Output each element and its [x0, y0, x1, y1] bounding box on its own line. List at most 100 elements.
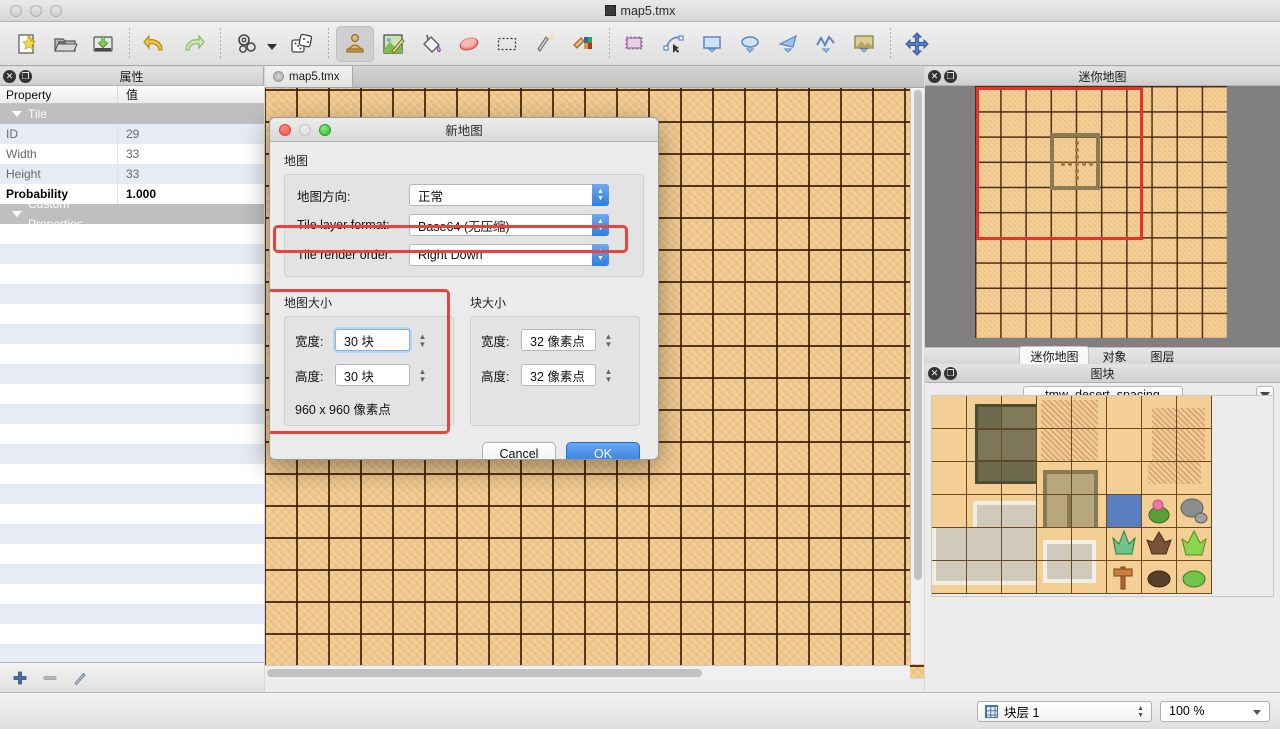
- tile-cell[interactable]: [932, 495, 967, 528]
- save-file-button[interactable]: [84, 26, 122, 62]
- tile-cell[interactable]: [1072, 528, 1107, 561]
- triangle-expanded-icon[interactable]: [12, 111, 22, 117]
- stepper-icon[interactable]: ▲ ▼: [592, 184, 609, 206]
- stepper-icon[interactable]: ▲ ▼: [1137, 705, 1144, 719]
- tile-cell[interactable]: [1002, 429, 1037, 462]
- tile-cell[interactable]: [1142, 396, 1177, 429]
- tile-cell[interactable]: [1107, 561, 1142, 594]
- tile-cell[interactable]: [932, 429, 967, 462]
- tile-cell[interactable]: [932, 528, 967, 561]
- tile-cell[interactable]: [1037, 462, 1072, 495]
- minimap-canvas[interactable]: [925, 86, 1280, 347]
- minimap-viewport-rect[interactable]: [976, 87, 1143, 240]
- tile-cell[interactable]: [1002, 528, 1037, 561]
- ok-button[interactable]: OK: [566, 442, 640, 459]
- insert-tile-object-tool[interactable]: [845, 26, 883, 62]
- map-vertical-scrollbar[interactable]: [910, 88, 924, 664]
- tileset-properties-button[interactable]: [228, 26, 266, 62]
- tile-cell[interactable]: [1037, 561, 1072, 594]
- tile-cell[interactable]: [967, 429, 1002, 462]
- tile-cell[interactable]: [1107, 396, 1142, 429]
- stamp-brush-tool[interactable]: [336, 25, 374, 62]
- pan-tool[interactable]: [898, 26, 936, 62]
- tile-cell[interactable]: [1142, 462, 1177, 495]
- tile-cell[interactable]: [1177, 495, 1212, 528]
- tile-cell[interactable]: [1002, 495, 1037, 528]
- tile-cell[interactable]: [967, 462, 1002, 495]
- tile-cell[interactable]: [1002, 396, 1037, 429]
- tile-cell[interactable]: [967, 561, 1002, 594]
- minus-icon[interactable]: [42, 670, 58, 686]
- insert-polyline-tool[interactable]: [807, 26, 845, 62]
- tile-cell[interactable]: [967, 528, 1002, 561]
- stepper-icon[interactable]: ▲ ▼: [592, 214, 609, 236]
- pencil-icon[interactable]: [72, 670, 88, 686]
- table-row[interactable]: Height 33: [0, 164, 264, 184]
- redo-button[interactable]: [175, 26, 213, 62]
- tile-cell[interactable]: [1002, 561, 1037, 594]
- tile-cell[interactable]: [932, 462, 967, 495]
- current-layer-select[interactable]: 块层 1 ▲ ▼: [977, 700, 1152, 722]
- tile-cell[interactable]: [1072, 396, 1107, 429]
- undock-icon[interactable]: ❐: [944, 366, 957, 380]
- tile-cell[interactable]: [967, 495, 1002, 528]
- tile-cell[interactable]: [1107, 462, 1142, 495]
- rectangle-select-tool[interactable]: [488, 26, 526, 62]
- tile-cell[interactable]: [1177, 462, 1212, 495]
- dialog-minimize-button[interactable]: [299, 123, 311, 136]
- stepper-icon[interactable]: ▲ ▼: [415, 330, 430, 352]
- open-file-button[interactable]: [46, 26, 84, 62]
- tile-cell[interactable]: [1072, 561, 1107, 594]
- bucket-fill-tool[interactable]: [412, 26, 450, 62]
- dialog-close-button[interactable]: [279, 123, 291, 136]
- tileset-tile-grid[interactable]: [931, 395, 1274, 597]
- select-objects-tool[interactable]: [617, 26, 655, 62]
- dialog-zoom-button[interactable]: [319, 123, 331, 136]
- tile-cell[interactable]: [932, 561, 967, 594]
- map-width-input[interactable]: 30 块 ▲ ▼: [335, 329, 426, 351]
- stepper-icon[interactable]: ▲ ▼: [592, 244, 609, 266]
- tile-cell[interactable]: [1177, 561, 1212, 594]
- stepper-icon[interactable]: ▲ ▼: [601, 365, 616, 387]
- tile-layer-format-select[interactable]: Base64 (无压缩) ▲ ▼: [409, 214, 609, 236]
- eraser-tool[interactable]: [450, 26, 488, 62]
- map-height-input[interactable]: 30 块 ▲ ▼: [335, 364, 426, 386]
- undock-icon[interactable]: ❐: [19, 69, 32, 83]
- triangle-expanded-icon[interactable]: [12, 211, 22, 217]
- map-orientation-select[interactable]: 正常 ▲ ▼: [409, 184, 609, 206]
- tile-cell[interactable]: [1107, 429, 1142, 462]
- tile-cell[interactable]: [1002, 462, 1037, 495]
- close-icon[interactable]: ✕: [928, 69, 941, 83]
- tile-cell[interactable]: [967, 396, 1002, 429]
- select-same-tile-tool[interactable]: [564, 26, 602, 62]
- map-horizontal-scrollbar[interactable]: [265, 665, 910, 679]
- tile-width-input[interactable]: 32 像素点 ▲ ▼: [521, 329, 612, 351]
- close-icon[interactable]: ✕: [3, 69, 16, 83]
- insert-rectangle-tool[interactable]: [693, 26, 731, 62]
- tile-cell[interactable]: [1142, 528, 1177, 561]
- random-mode-button[interactable]: [283, 26, 321, 62]
- tile-cell[interactable]: [1177, 528, 1212, 561]
- stepper-icon[interactable]: ▲ ▼: [415, 365, 430, 387]
- tab-map5-tmx[interactable]: map5.tmx: [265, 66, 353, 87]
- tile-cell[interactable]: [1142, 495, 1177, 528]
- tile-cell[interactable]: [1037, 429, 1072, 462]
- tile-height-input[interactable]: 32 像素点 ▲ ▼: [521, 364, 612, 386]
- edit-polygons-tool[interactable]: [655, 26, 693, 62]
- stepper-icon[interactable]: ▲ ▼: [601, 330, 616, 352]
- insert-ellipse-tool[interactable]: [731, 26, 769, 62]
- tile-cell[interactable]: [1107, 528, 1142, 561]
- tile-cell[interactable]: [1072, 429, 1107, 462]
- property-group-tile[interactable]: Tile: [0, 104, 264, 124]
- plus-icon[interactable]: [12, 670, 28, 686]
- tile-cell[interactable]: [1072, 462, 1107, 495]
- undock-icon[interactable]: ❐: [944, 69, 957, 83]
- scrollbar-thumb[interactable]: [914, 90, 922, 580]
- tile-cell[interactable]: [1177, 429, 1212, 462]
- tile-render-order-select[interactable]: Right Down ▲ ▼: [409, 244, 609, 266]
- tile-cell[interactable]: [1037, 396, 1072, 429]
- table-row[interactable]: Probability 1.000: [0, 184, 264, 204]
- close-icon[interactable]: ✕: [928, 366, 941, 380]
- undo-button[interactable]: [137, 26, 175, 62]
- tile-cell[interactable]: [1037, 495, 1072, 528]
